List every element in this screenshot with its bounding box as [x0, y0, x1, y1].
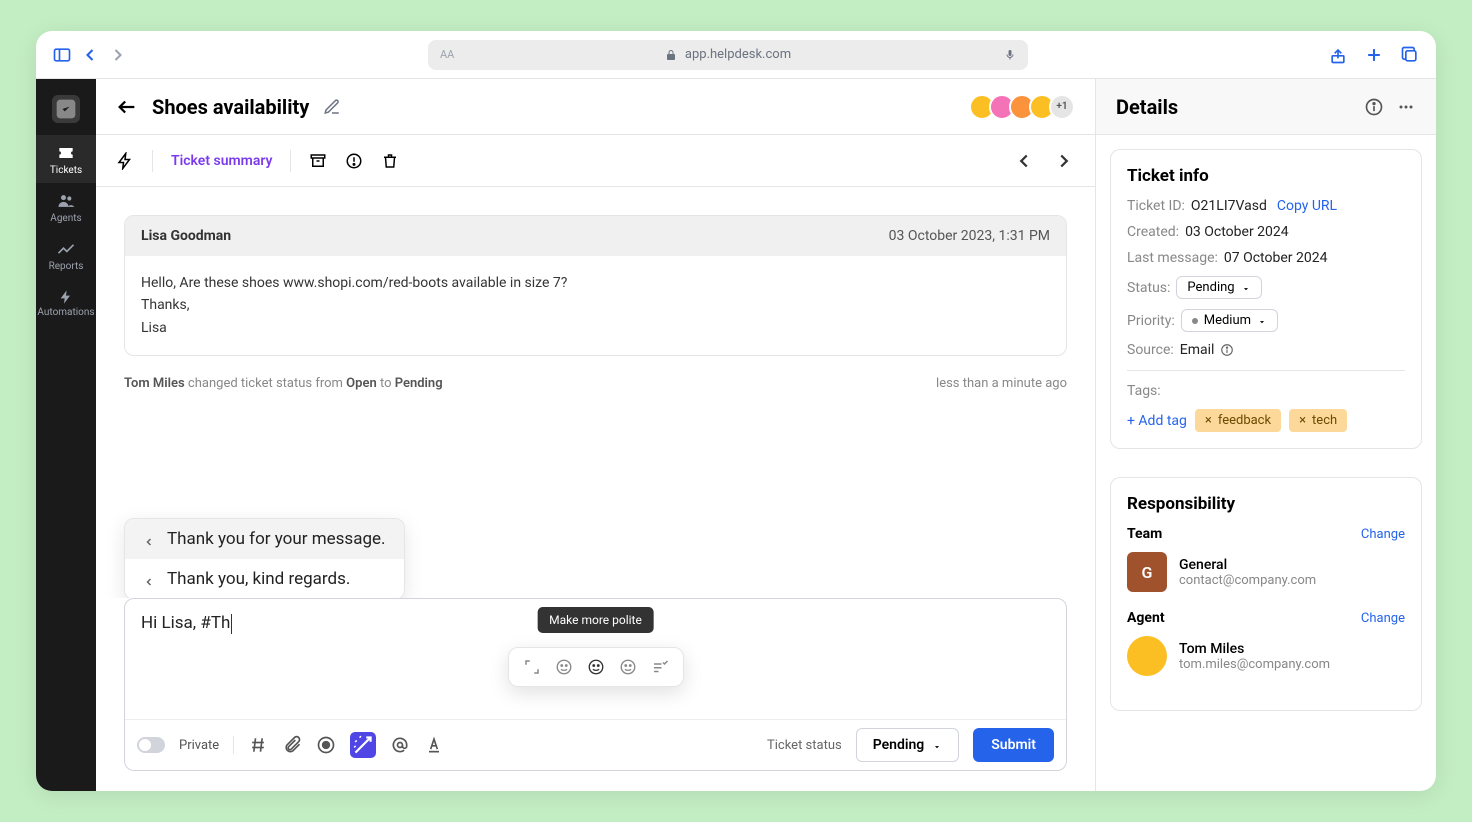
- responsibility-heading: Responsibility: [1127, 494, 1405, 514]
- mic-icon[interactable]: [1004, 49, 1016, 61]
- change-team-link[interactable]: Change: [1361, 527, 1405, 542]
- responsibility-panel: Responsibility Team Change G General con…: [1110, 477, 1422, 711]
- ticket-title: Shoes availability: [152, 95, 309, 119]
- new-tab-icon[interactable]: [1364, 45, 1384, 65]
- lock-icon: [665, 49, 677, 61]
- rail-tickets[interactable]: Tickets: [36, 135, 96, 183]
- details-panel: Details Ticket info Ticket ID:O21LI7Vasd…: [1096, 79, 1436, 791]
- text-size-icon[interactable]: AA: [440, 48, 454, 61]
- record-icon[interactable]: [316, 735, 336, 755]
- forward-icon: [108, 45, 128, 65]
- ticket-info-panel: Ticket info Ticket ID:O21LI7VasdCopy URL…: [1110, 149, 1422, 449]
- submit-button[interactable]: Submit: [973, 728, 1054, 762]
- message-body: Hello, Are these shoes www.shopi.com/red…: [125, 256, 1066, 355]
- chevron-left-icon: [143, 533, 155, 545]
- agent-label: Agent: [1127, 610, 1165, 626]
- url-field[interactable]: AA app.helpdesk.com: [428, 40, 1028, 70]
- browser-chrome: AA app.helpdesk.com: [36, 31, 1436, 79]
- more-icon[interactable]: [1396, 97, 1416, 117]
- rail-automations[interactable]: Automations: [36, 279, 96, 327]
- priority-pill[interactable]: Medium: [1181, 309, 1278, 332]
- rail-agents[interactable]: Agents: [36, 183, 96, 231]
- ticket-status-label: Ticket status: [767, 738, 842, 753]
- back-button[interactable]: [116, 96, 138, 118]
- ticket-toolbar: Ticket summary: [96, 135, 1095, 187]
- ticket-header: Shoes availability +1: [96, 79, 1095, 135]
- compose-textarea[interactable]: Hi Lisa, #Th Make more polite: [125, 599, 1066, 719]
- tabs-icon[interactable]: [1400, 45, 1420, 65]
- close-icon[interactable]: ×: [1299, 413, 1306, 428]
- suggestion-item[interactable]: Thank you for your message.: [125, 519, 404, 559]
- team-email: contact@company.com: [1179, 573, 1316, 588]
- private-toggle[interactable]: [137, 737, 165, 753]
- prev-ticket[interactable]: [1013, 150, 1035, 172]
- text-format-icon[interactable]: [424, 735, 444, 755]
- tag-chip[interactable]: ×tech: [1289, 409, 1347, 432]
- next-ticket[interactable]: [1053, 150, 1075, 172]
- status-pill[interactable]: Pending: [1176, 276, 1261, 299]
- emoji-icon[interactable]: [619, 658, 637, 676]
- archive-icon[interactable]: [309, 152, 327, 170]
- team-name: General: [1179, 557, 1316, 573]
- info-icon[interactable]: [1220, 343, 1234, 357]
- ai-toolbar: [508, 647, 684, 687]
- canned-suggestions: Thank you for your message. Thank you, k…: [124, 518, 405, 598]
- message-card: Lisa Goodman 03 October 2023, 1:31 PM He…: [124, 215, 1067, 356]
- avatar-more[interactable]: +1: [1049, 94, 1075, 120]
- alert-icon[interactable]: [345, 152, 363, 170]
- polite-icon[interactable]: [587, 658, 605, 676]
- agent-email: tom.miles@company.com: [1179, 657, 1330, 672]
- details-title: Details: [1116, 95, 1352, 119]
- back-icon[interactable]: [80, 45, 100, 65]
- close-icon[interactable]: ×: [1205, 413, 1212, 428]
- nav-rail: Tickets Agents Reports Automations: [36, 79, 96, 791]
- hash-icon[interactable]: [248, 735, 268, 755]
- emoji-icon[interactable]: [555, 658, 573, 676]
- agent-name: Tom Miles: [1179, 641, 1330, 657]
- copy-url-link[interactable]: Copy URL: [1277, 198, 1337, 214]
- expand-icon[interactable]: [523, 658, 541, 676]
- status-select[interactable]: Pending: [856, 728, 960, 762]
- reply-composer: Hi Lisa, #Th Make more polite Private: [124, 598, 1067, 771]
- list-check-icon[interactable]: [651, 658, 669, 676]
- edit-icon[interactable]: [323, 98, 341, 116]
- message-time: 03 October 2023, 1:31 PM: [889, 228, 1050, 244]
- chevron-left-icon: [143, 573, 155, 585]
- mention-icon[interactable]: [390, 735, 410, 755]
- change-agent-link[interactable]: Change: [1361, 611, 1405, 626]
- tag-chip[interactable]: ×feedback: [1195, 409, 1281, 432]
- magic-icon[interactable]: [350, 732, 376, 758]
- bolt-icon[interactable]: [116, 152, 134, 170]
- participant-avatars[interactable]: +1: [975, 94, 1075, 120]
- ticket-summary-link[interactable]: Ticket summary: [171, 153, 272, 169]
- add-tag-link[interactable]: + Add tag: [1127, 413, 1187, 429]
- ai-tooltip: Make more polite: [537, 607, 654, 633]
- trash-icon[interactable]: [381, 152, 399, 170]
- rail-reports[interactable]: Reports: [36, 231, 96, 279]
- info-icon[interactable]: [1364, 97, 1384, 117]
- team-label: Team: [1127, 526, 1162, 542]
- team-avatar: G: [1127, 552, 1167, 592]
- message-sender: Lisa Goodman: [141, 228, 231, 244]
- ticket-info-heading: Ticket info: [1127, 166, 1405, 186]
- url-text: app.helpdesk.com: [685, 47, 791, 62]
- status-change-log: Tom Miles changed ticket status from Ope…: [124, 376, 1067, 391]
- suggestion-item[interactable]: Thank you, kind regards.: [125, 559, 404, 598]
- attachment-icon[interactable]: [282, 735, 302, 755]
- sidebar-icon[interactable]: [52, 45, 72, 65]
- app-logo[interactable]: [52, 95, 80, 123]
- private-label: Private: [179, 738, 219, 753]
- agent-avatar: [1127, 636, 1167, 676]
- share-icon[interactable]: [1328, 45, 1348, 65]
